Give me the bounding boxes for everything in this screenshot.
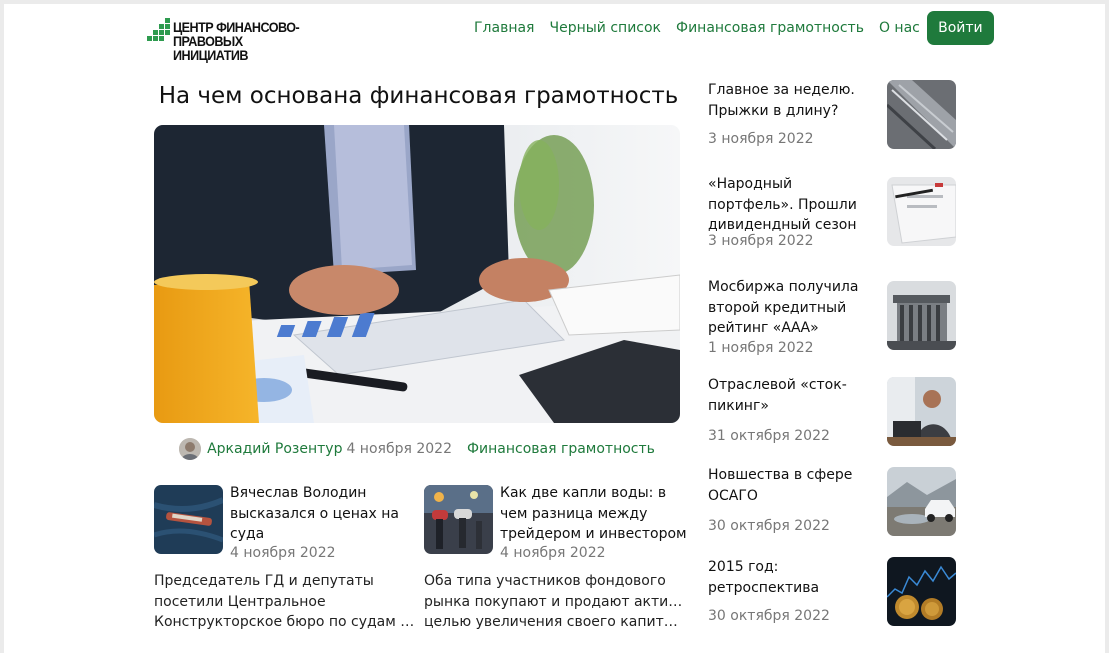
sidebar-article-image[interactable] bbox=[887, 177, 956, 246]
sidebar-article[interactable]: Главное за неделю. Прыжки в длину? 3 ноя… bbox=[708, 80, 968, 170]
login-button[interactable]: Войти bbox=[926, 11, 994, 45]
sidebar-article-title[interactable]: Отраслевой «сток-пикинг» bbox=[708, 375, 880, 416]
site-logo[interactable]: Центр финансово- правовых инициатив bbox=[147, 14, 322, 62]
article-card-title[interactable]: Вячеслав Володин высказался о ценах на с… bbox=[230, 483, 420, 545]
sidebar-article-image[interactable] bbox=[887, 281, 956, 350]
sidebar-article-image[interactable] bbox=[887, 377, 956, 446]
article-card-image[interactable] bbox=[424, 485, 493, 554]
logo-line-1: Центр финансово- bbox=[173, 19, 300, 35]
sidebar-article[interactable]: 2015 год: ретроспектива 30 октября 2022 bbox=[708, 557, 968, 647]
sidebar-article-image[interactable] bbox=[887, 557, 956, 626]
article-card-date: 4 ноября 2022 bbox=[230, 545, 336, 561]
excerpt-line: Оба типа участников фондового bbox=[424, 573, 666, 589]
sidebar-article-image[interactable] bbox=[887, 467, 956, 536]
article-meta: Аркадий Розентур 4 ноября 2022 Финансова… bbox=[154, 438, 680, 460]
main-nav: Главная Черный список Финансовая грамотн… bbox=[474, 11, 994, 45]
sidebar-article[interactable]: Новшества в сфере ОСАГО 30 октября 2022 bbox=[708, 465, 968, 555]
article-card-excerpt: Председатель ГД и депутаты посетили Цент… bbox=[154, 571, 416, 633]
nav-item-about[interactable]: О нас bbox=[879, 20, 920, 36]
sidebar-article[interactable]: Мосбиржа получила второй кредитный рейти… bbox=[708, 277, 968, 367]
logo-mark-icon bbox=[147, 18, 170, 41]
page: Центр финансово- правовых инициатив Глав… bbox=[4, 4, 1105, 653]
article-card-date: 4 ноября 2022 bbox=[500, 545, 606, 561]
article-card-excerpt: Оба типа участников фондового рынка поку… bbox=[424, 571, 686, 633]
main-article-title[interactable]: На чем основана финансовая грамотность bbox=[156, 83, 681, 109]
logo-line-2: правовых инициатив bbox=[173, 33, 248, 63]
sidebar-article-title[interactable]: 2015 год: ретроспектива bbox=[708, 557, 880, 598]
excerpt-line: рынка покупают и продают активы с bbox=[424, 593, 686, 610]
sidebar-article-title[interactable]: Новшества в сфере ОСАГО bbox=[708, 465, 880, 506]
sidebar-article-date: 30 октября 2022 bbox=[708, 518, 830, 534]
logo-text: Центр финансово- правовых инициатив bbox=[173, 20, 317, 62]
sidebar-article-title[interactable]: «Народный портфель». Прошли дивидендный … bbox=[708, 174, 880, 236]
sidebar-article-date: 30 октября 2022 bbox=[708, 608, 830, 624]
sidebar-article-date: 1 ноября 2022 bbox=[708, 340, 814, 356]
sidebar-article-title[interactable]: Мосбиржа получила второй кредитный рейти… bbox=[708, 277, 880, 339]
nav-item-home[interactable]: Главная bbox=[474, 20, 534, 36]
sidebar-article[interactable]: «Народный портфель». Прошли дивидендный … bbox=[708, 174, 968, 264]
article-date: 4 ноября 2022 bbox=[346, 441, 452, 457]
article-card-image[interactable] bbox=[154, 485, 223, 554]
author-link[interactable]: Аркадий Розентур bbox=[207, 441, 342, 457]
excerpt-line: Председатель ГД и депутаты bbox=[154, 573, 374, 589]
main-article-image[interactable] bbox=[154, 125, 680, 423]
excerpt-line: посетили Центральное bbox=[154, 593, 326, 610]
author-avatar bbox=[179, 438, 202, 460]
sidebar-article-title[interactable]: Главное за неделю. Прыжки в длину? bbox=[708, 80, 880, 121]
sidebar-article[interactable]: Отраслевой «сток-пикинг» 31 октября 2022 bbox=[708, 375, 968, 465]
nav-item-blacklist[interactable]: Черный список bbox=[549, 20, 661, 36]
excerpt-line: целью увеличения своего капитала и прибы… bbox=[424, 614, 686, 630]
excerpt-line: Конструкторское бюро по судам на речных bbox=[154, 614, 416, 630]
sidebar-article-date: 31 октября 2022 bbox=[708, 428, 830, 444]
sidebar-article-date: 3 ноября 2022 bbox=[708, 233, 814, 249]
category-link[interactable]: Финансовая грамотность bbox=[467, 441, 655, 457]
article-card-title[interactable]: Как две капли воды: в чем разница между … bbox=[500, 483, 690, 545]
nav-item-literacy[interactable]: Финансовая грамотность bbox=[676, 20, 864, 36]
sidebar-article-image[interactable] bbox=[887, 80, 956, 149]
sidebar-article-date: 3 ноября 2022 bbox=[708, 131, 814, 147]
